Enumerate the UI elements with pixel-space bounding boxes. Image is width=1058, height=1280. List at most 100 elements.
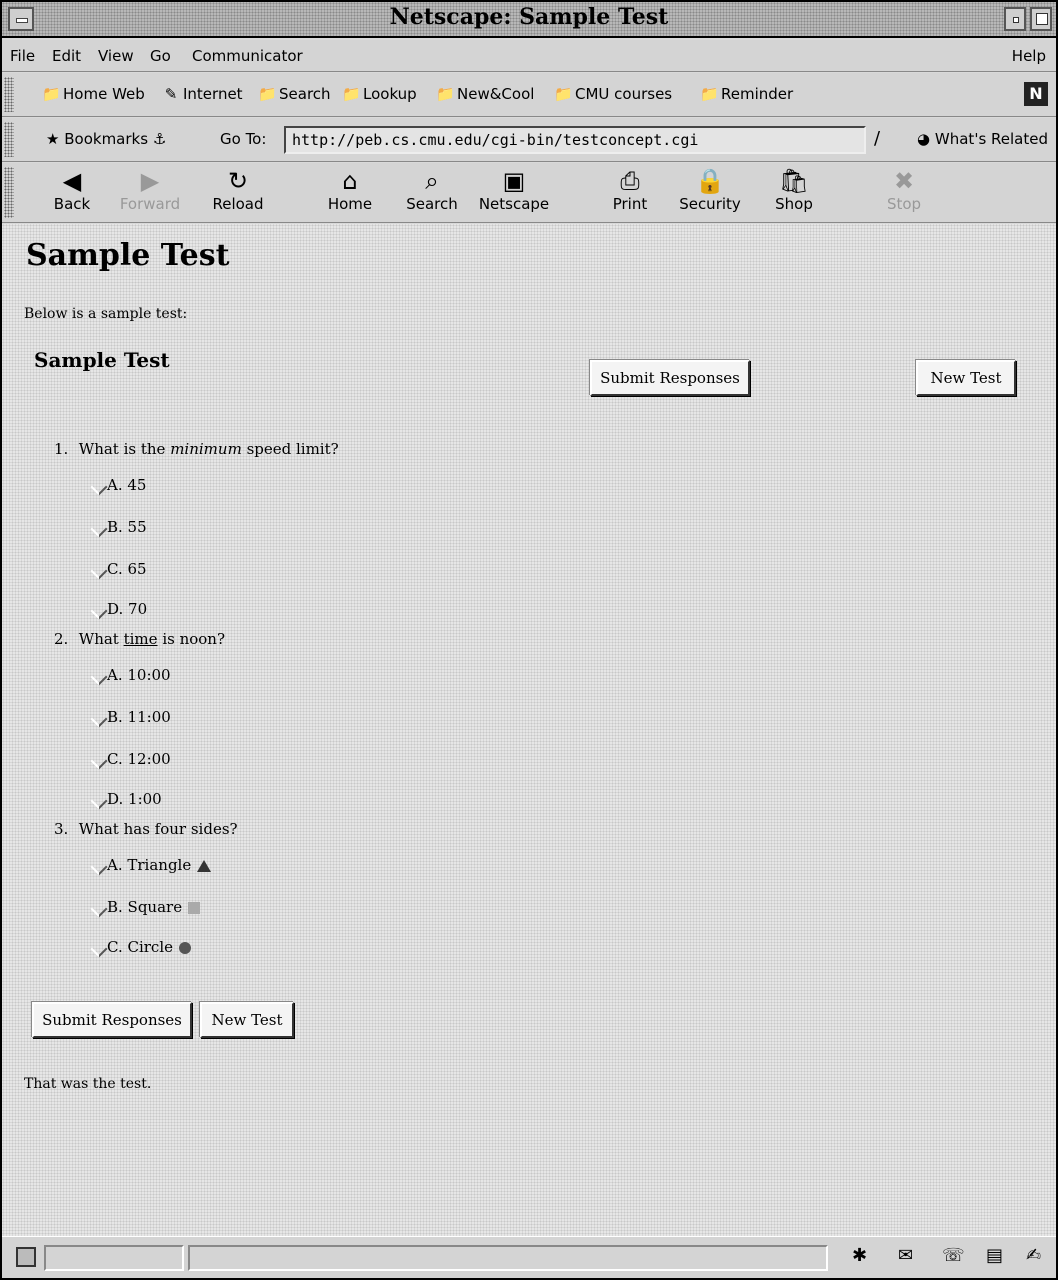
mail-component-icon[interactable]: ✉	[898, 1245, 913, 1266]
new-test-button-bottom[interactable]: New Test	[200, 1002, 294, 1038]
radio-button-icon[interactable]	[92, 563, 106, 577]
maximize-button[interactable]	[1030, 7, 1052, 31]
toolbar-grip[interactable]	[4, 77, 14, 112]
bookmark-location-icon: ⚓	[152, 130, 167, 148]
navigator-component-icon[interactable]: ✱	[852, 1245, 867, 1266]
radio-button-icon[interactable]	[92, 669, 106, 683]
radio-button-icon[interactable]	[92, 603, 106, 617]
print-button[interactable]: ⎙ Print	[590, 167, 670, 213]
radio-button-icon[interactable]	[92, 479, 106, 493]
q1-option-b[interactable]: B. 55	[92, 518, 147, 536]
link-new-cool[interactable]: 📁 New&Cool	[436, 85, 534, 103]
security-lock-icon[interactable]	[16, 1247, 36, 1267]
new-test-button-top[interactable]: New Test	[916, 360, 1016, 396]
back-button[interactable]: ◀ Back	[32, 167, 112, 213]
radio-button-icon[interactable]	[92, 941, 106, 955]
menu-go[interactable]: Go	[150, 47, 171, 65]
menu-communicator[interactable]: Communicator	[192, 47, 303, 65]
menu-edit[interactable]: Edit	[52, 47, 81, 65]
submit-responses-button-top[interactable]: Submit Responses	[590, 360, 750, 396]
radio-button-icon[interactable]	[92, 901, 106, 915]
folder-icon: 📁	[700, 85, 719, 103]
title-bar[interactable]: Netscape: Sample Test	[2, 2, 1056, 38]
url-field[interactable]: http://peb.cs.cmu.edu/cgi-bin/testconcep…	[284, 126, 866, 154]
q2-option-b[interactable]: B. 11:00	[92, 708, 171, 726]
link-home-web[interactable]: 📁 Home Web	[42, 85, 145, 103]
shop-button[interactable]: 🛍 Shop	[754, 167, 834, 213]
navigation-toolbar: ◀ Back ▶ Forward ↻ Reload ⌂ Home ⌕ Search ▣ Ne…	[2, 163, 1056, 223]
q2-option-a[interactable]: A. 10:00	[92, 666, 171, 684]
folder-icon: 📁	[342, 85, 361, 103]
q1-option-c[interactable]: C. 65	[92, 560, 147, 578]
question-1: 1. What is the minimum speed limit?	[54, 440, 339, 458]
reload-icon: ↻	[227, 167, 249, 195]
whats-related-button[interactable]: ◕ What's Related	[917, 130, 1048, 148]
page-content: Sample Test Below is a sample test: Samp…	[2, 224, 1056, 1236]
forward-icon: ▶	[140, 167, 160, 195]
radio-button-icon[interactable]	[92, 711, 106, 725]
q1-option-a[interactable]: A. 45	[92, 476, 146, 494]
question-2: 2. What time is noon?	[54, 630, 226, 648]
menu-bar: File Edit View Go Communicator Help	[2, 40, 1056, 72]
stop-icon: ✖	[893, 167, 915, 195]
page-heading: Sample Test	[26, 238, 230, 273]
q3-option-b[interactable]: B. Square	[92, 898, 201, 916]
folder-icon: 📁	[554, 85, 573, 103]
address-book-component-icon[interactable]: ▤	[986, 1245, 1003, 1266]
location-divider-icon: /	[874, 128, 881, 149]
browser-window: Netscape: Sample Test File Edit View Go …	[0, 0, 1058, 1280]
time-link[interactable]: time	[124, 630, 158, 648]
menu-file[interactable]: File	[10, 47, 35, 65]
netscape-logo[interactable]: N	[1024, 82, 1048, 106]
folder-icon: 📁	[436, 85, 455, 103]
toolbar-grip[interactable]	[4, 167, 14, 218]
netscape-button[interactable]: ▣ Netscape	[474, 167, 554, 213]
emphasis-text: minimum	[170, 440, 242, 458]
lock-icon: 🔒	[695, 167, 725, 195]
link-internet[interactable]: ✎ Internet	[162, 85, 243, 103]
minimize-button[interactable]	[1004, 7, 1026, 31]
intro-text: Below is a sample test:	[24, 306, 188, 322]
search-button[interactable]: ⌕ Search	[392, 167, 472, 213]
q3-option-a[interactable]: A. Triangle	[92, 856, 212, 874]
personal-toolbar: 📁 Home Web ✎ Internet 📁 Search 📁 Lookup 📁 New…	[2, 73, 1056, 117]
radio-button-icon[interactable]	[92, 753, 106, 767]
print-icon: ⎙	[620, 167, 640, 195]
globe-icon: ◕	[917, 130, 931, 148]
menu-view[interactable]: View	[98, 47, 134, 65]
discussion-component-icon[interactable]: ☏	[942, 1245, 965, 1266]
my-netscape-icon: ▣	[502, 167, 526, 195]
security-button[interactable]: 🔒 Security	[670, 167, 750, 213]
q2-option-c[interactable]: C. 12:00	[92, 750, 171, 768]
composer-component-icon[interactable]: ✍	[1026, 1245, 1041, 1266]
link-lookup[interactable]: 📁 Lookup	[342, 85, 417, 103]
question-3: 3. What has four sides?	[54, 820, 238, 838]
folder-icon: 📁	[258, 85, 277, 103]
link-cmu-courses[interactable]: 📁 CMU courses	[554, 85, 672, 103]
search-icon: ⌕	[425, 167, 439, 195]
submit-responses-button-bottom[interactable]: Submit Responses	[32, 1002, 192, 1038]
q2-option-d[interactable]: D. 1:00	[92, 790, 162, 808]
home-icon: ⌂	[342, 167, 358, 195]
window-title: Netscape: Sample Test	[389, 4, 669, 30]
forward-button[interactable]: ▶ Forward	[110, 167, 190, 213]
radio-button-icon[interactable]	[92, 859, 106, 873]
menu-help[interactable]: Help	[1012, 47, 1046, 65]
triangle-icon	[197, 860, 212, 872]
status-message-field	[188, 1245, 828, 1271]
home-button[interactable]: ⌂ Home	[310, 167, 390, 213]
radio-button-icon[interactable]	[92, 793, 106, 807]
q1-option-d[interactable]: D. 70	[92, 600, 147, 618]
radio-button-icon[interactable]	[92, 521, 106, 535]
pen-icon: ✎	[164, 85, 178, 103]
stop-button[interactable]: ✖ Stop	[864, 167, 944, 213]
q3-option-c[interactable]: C. Circle	[92, 938, 191, 956]
link-search[interactable]: 📁 Search	[258, 85, 331, 103]
link-reminder[interactable]: 📁 Reminder	[700, 85, 793, 103]
back-icon: ◀	[62, 167, 82, 195]
toolbar-grip[interactable]	[4, 122, 14, 157]
test-title: Sample Test	[34, 348, 170, 372]
bookmark-icon: ★	[46, 130, 60, 148]
reload-button[interactable]: ↻ Reload	[198, 167, 278, 213]
bookmarks-button[interactable]: ★ Bookmarks ⚓	[46, 130, 166, 148]
